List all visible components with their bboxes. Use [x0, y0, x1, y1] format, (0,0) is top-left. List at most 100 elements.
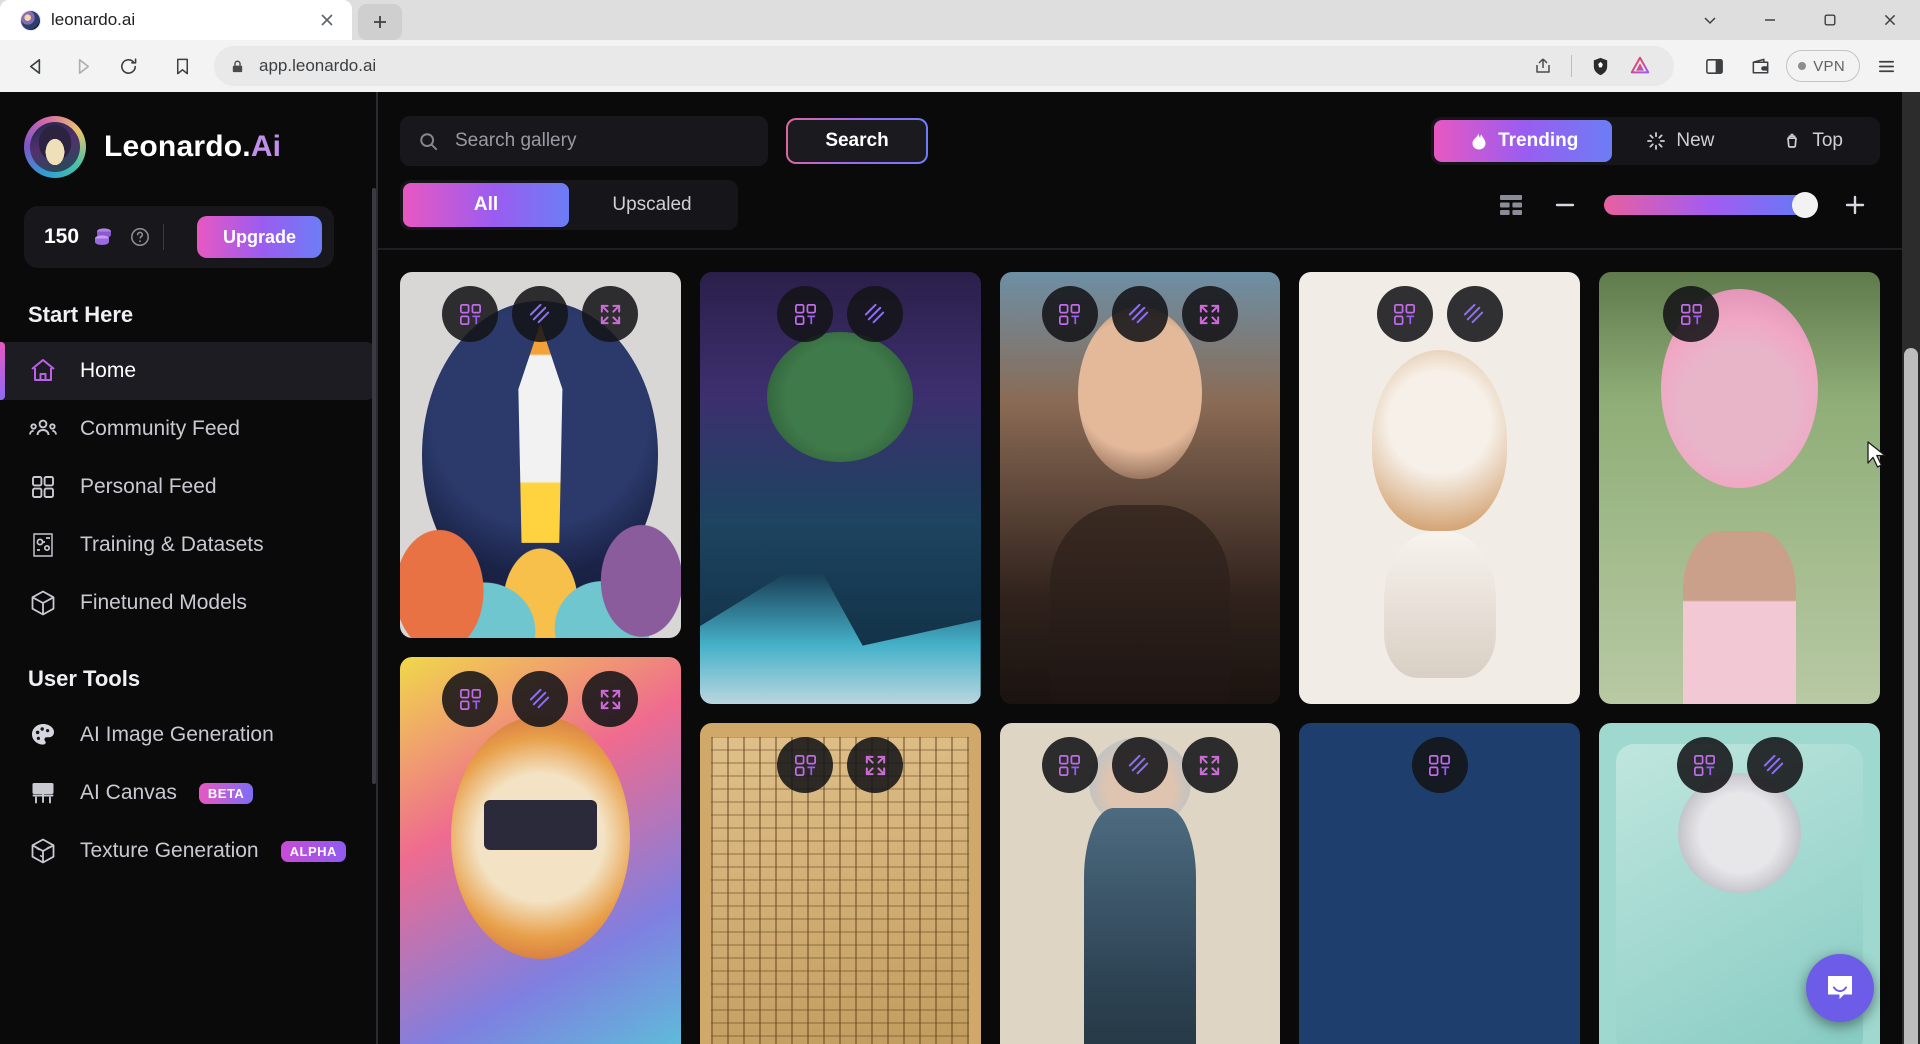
search-input[interactable] [455, 130, 750, 152]
remix-icon[interactable] [1041, 737, 1098, 793]
divider [163, 224, 165, 250]
sidebar-item-label: Training & Datasets [80, 533, 264, 556]
gallery-toolbar: Search Trending [376, 92, 1920, 248]
back-arrow-icon[interactable] [14, 44, 58, 88]
sidebar-item-label: Texture Generation [80, 839, 259, 862]
brand-header[interactable]: Leonardo.Ai [0, 92, 376, 178]
upgrade-button[interactable]: Upgrade [196, 216, 322, 258]
sparkle-icon [1646, 131, 1666, 151]
grid-squares-icon [28, 472, 58, 502]
credits-panel: 150 Upgrade [24, 206, 334, 268]
sidepanel-icon[interactable] [1694, 46, 1734, 86]
slider-thumb[interactable] [1792, 192, 1818, 218]
badge-beta: BETA [198, 782, 254, 804]
remix-icon[interactable] [777, 737, 834, 793]
expand-icon[interactable] [1181, 737, 1238, 793]
intercom-chat-icon[interactable] [1806, 954, 1874, 1022]
brand-name: Leonardo.Ai [104, 130, 281, 164]
upscale-icon[interactable] [1446, 286, 1503, 342]
gallery-card[interactable] [699, 723, 981, 1044]
chevron-down-icon[interactable] [1680, 0, 1740, 40]
upscale-icon[interactable] [512, 671, 569, 727]
section-title-user-tools: User Tools [28, 666, 141, 691]
grid-layout-icon[interactable] [1496, 190, 1526, 220]
expand-icon[interactable] [582, 286, 639, 342]
help-circle-icon[interactable] [129, 226, 151, 248]
forward-arrow-icon[interactable] [60, 44, 104, 88]
toolbar-row-filters: All Upscaled [400, 180, 1880, 248]
browser-toolbar-right: VPN [1684, 46, 1906, 86]
upscale-icon[interactable] [847, 286, 904, 342]
share-icon[interactable] [1525, 48, 1561, 84]
gallery-card[interactable] [1299, 272, 1581, 704]
sidebar-item-home[interactable]: Home [0, 342, 376, 400]
sidebar-item-personal-feed[interactable]: Personal Feed [0, 458, 376, 516]
vpn-toggle[interactable]: VPN [1786, 50, 1860, 82]
tab-top[interactable]: Top [1748, 120, 1877, 162]
browser-tab[interactable]: leonardo.ai [0, 0, 352, 40]
card-actions [400, 671, 681, 727]
cube-icon [28, 588, 58, 618]
minimize-icon[interactable] [1740, 0, 1800, 40]
gallery-card[interactable] [400, 657, 681, 1044]
gallery-card[interactable] [999, 723, 1281, 1044]
sidebar-item-community-feed[interactable]: Community Feed [0, 400, 376, 458]
gallery-card[interactable] [999, 272, 1281, 704]
remix-icon[interactable] [1041, 286, 1098, 342]
zoom-slider[interactable] [1604, 192, 1818, 218]
brave-shields-icon[interactable] [1582, 48, 1618, 84]
gallery-card[interactable] [699, 272, 981, 704]
brave-rewards-triangle-icon[interactable] [1622, 48, 1658, 84]
upscale-icon[interactable] [1111, 737, 1168, 793]
hamburger-menu-icon[interactable] [1866, 46, 1906, 86]
remix-icon[interactable] [1376, 286, 1433, 342]
upscale-icon[interactable] [1111, 286, 1168, 342]
bookmark-icon[interactable] [160, 44, 204, 88]
tab-upscaled[interactable]: Upscaled [569, 183, 735, 227]
expand-icon[interactable] [582, 671, 639, 727]
close-icon[interactable] [314, 7, 340, 33]
remix-icon[interactable] [442, 286, 499, 342]
gallery-card[interactable] [1299, 723, 1581, 1044]
remix-icon[interactable] [1411, 737, 1468, 793]
search-input-wrapper[interactable] [400, 116, 768, 166]
plus-icon[interactable] [1842, 192, 1868, 218]
reload-icon[interactable] [106, 44, 150, 88]
search-icon [418, 131, 439, 152]
expand-icon[interactable] [1181, 286, 1238, 342]
minus-icon[interactable] [1552, 192, 1578, 218]
sidebar-item-finetuned-models[interactable]: Finetuned Models [0, 574, 376, 632]
remix-icon[interactable] [442, 671, 499, 727]
sidebar-item-label: AI Image Generation [80, 723, 274, 746]
upscale-icon[interactable] [1746, 737, 1803, 793]
new-tab-button[interactable] [358, 4, 402, 40]
sidebar-item-ai-canvas[interactable]: AI Canvas BETA [0, 764, 376, 822]
tab-all[interactable]: All [403, 183, 569, 227]
remix-icon[interactable] [777, 286, 834, 342]
sidebar-item-training-datasets[interactable]: Training & Datasets [0, 516, 376, 574]
window-close-icon[interactable] [1860, 0, 1920, 40]
gallery-card[interactable] [400, 272, 681, 638]
sidebar-item-label: Community Feed [80, 417, 240, 440]
scrollbar-thumb[interactable] [1904, 348, 1918, 1044]
address-bar[interactable]: app.leonardo.ai [214, 46, 1675, 86]
sort-segmented-control: Trending New Top [1431, 117, 1880, 165]
page-scrollbar[interactable] [1902, 92, 1920, 1044]
main-content: Search Trending [376, 92, 1920, 1044]
wallet-icon[interactable] [1740, 46, 1780, 86]
sidebar-item-ai-image-generation[interactable]: AI Image Generation [0, 706, 376, 764]
search-button[interactable]: Search [786, 118, 928, 164]
gallery-card[interactable] [1599, 272, 1880, 704]
card-actions [1299, 286, 1580, 342]
browser-window: leonardo.ai app.leonardo.ai VPN Leonardo… [0, 0, 1920, 1044]
sidebar-item-texture-generation[interactable]: Texture Generation ALPHA [0, 822, 376, 880]
remix-icon[interactable] [1676, 737, 1733, 793]
tab-new[interactable]: New [1612, 120, 1748, 162]
remix-icon[interactable] [1663, 286, 1720, 342]
expand-icon[interactable] [847, 737, 904, 793]
gallery-columns [400, 272, 1880, 1044]
tab-trending[interactable]: Trending [1434, 120, 1613, 162]
upscale-icon[interactable] [512, 286, 569, 342]
window-controls [1680, 0, 1920, 40]
maximize-icon[interactable] [1800, 0, 1860, 40]
